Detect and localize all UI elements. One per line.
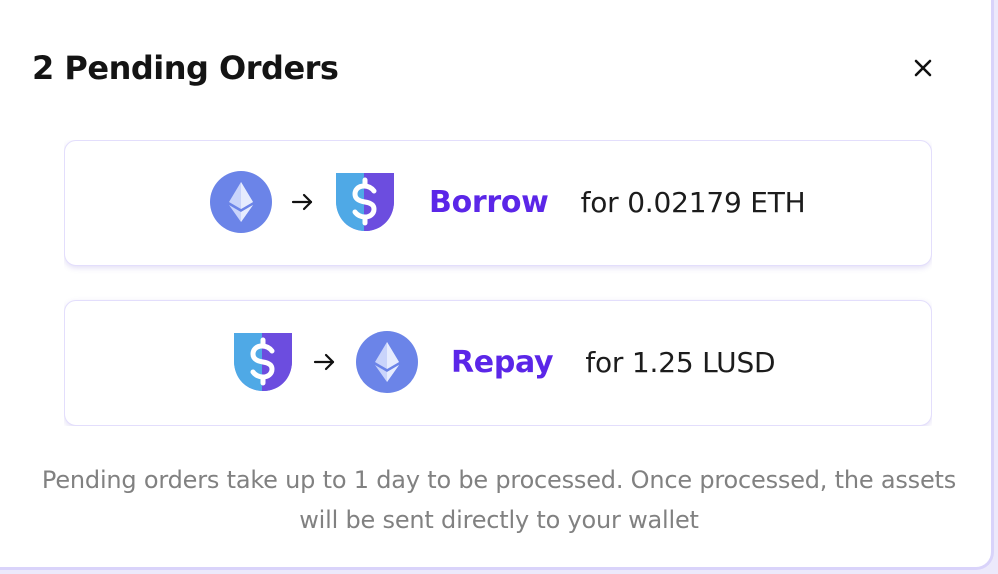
order-action-label: Borrow [429,184,549,220]
arrow-right-icon [294,331,356,393]
eth-icon [356,331,418,393]
lusd-icon [234,333,292,391]
arrow-right-icon [272,171,334,233]
order-row: Borrow for 0.02179 ETH [210,171,806,233]
lusd-icon [336,173,394,231]
order-card-borrow[interactable]: Borrow for 0.02179 ETH [64,140,932,266]
order-action-label: Repay [451,344,554,380]
eth-icon [210,171,272,233]
close-button[interactable] [904,52,944,84]
modal-title: 2 Pending Orders [32,49,339,87]
order-row: Repay for 1.25 LUSD [232,331,776,393]
pending-orders-note: Pending orders take up to 1 day to be pr… [41,466,957,534]
order-amount: for 1.25 LUSD [585,345,776,379]
order-amount: for 0.02179 ETH [580,185,806,219]
close-icon [914,59,932,77]
orders-list[interactable]: Borrow for 0.02179 ETH Repay for 1.25 LU… [64,140,932,426]
order-card-repay[interactable]: Repay for 1.25 LUSD [64,300,932,426]
pending-orders-modal: 2 Pending Orders Borrow for 0.02179 ETH … [0,0,994,570]
